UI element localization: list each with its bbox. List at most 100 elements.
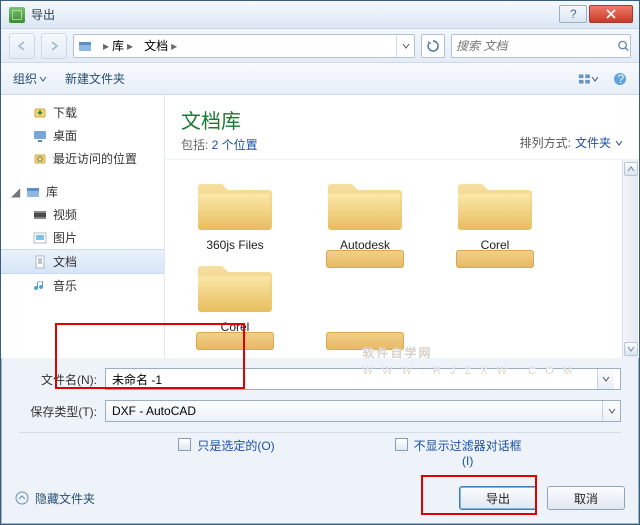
close-button[interactable] xyxy=(589,5,633,23)
sort-value[interactable]: 文件夹 xyxy=(575,134,611,151)
content-pane: 文档库 包括: 2 个位置 排列方式: 文件夹 xyxy=(165,95,639,358)
save-form: 文件名(N): 保存类型(T): DXF - AutoCAD 只是选定的(O) xyxy=(1,358,639,478)
folder-item[interactable]: Corel xyxy=(183,252,287,334)
folder-icon xyxy=(196,252,274,316)
dialog-footer: 隐藏文件夹 导出 取消 xyxy=(1,478,639,524)
close-icon xyxy=(606,9,616,19)
help-icon: ? xyxy=(613,72,627,86)
cancel-button[interactable]: 取消 xyxy=(547,486,625,510)
scroll-up-button[interactable] xyxy=(624,162,638,176)
sidebar-libraries: ◢ 库 视频 图片 文档 音乐 xyxy=(1,180,164,297)
music-icon xyxy=(33,279,47,293)
folder-item[interactable] xyxy=(313,252,417,334)
arrow-right-icon xyxy=(47,39,61,53)
refresh-button[interactable] xyxy=(421,34,445,58)
folder-icon xyxy=(326,170,404,234)
folder-icon xyxy=(196,170,274,234)
window-buttons: ? xyxy=(559,5,633,25)
forward-button[interactable] xyxy=(41,33,67,59)
search-box[interactable] xyxy=(451,34,631,58)
library-icon xyxy=(74,35,96,57)
video-icon xyxy=(33,208,47,222)
export-button[interactable]: 导出 xyxy=(459,486,537,510)
chevron-down-icon xyxy=(615,139,623,147)
new-folder-button[interactable]: 新建文件夹 xyxy=(61,68,129,89)
refresh-icon xyxy=(427,40,439,52)
sidebar-item-downloads[interactable]: 下载 xyxy=(1,101,164,124)
help-button[interactable]: ? xyxy=(559,5,587,23)
folder-item[interactable] xyxy=(443,252,547,334)
desktop-icon xyxy=(33,129,47,143)
back-button[interactable] xyxy=(9,33,35,59)
locations-link[interactable]: 2 个位置 xyxy=(212,138,258,152)
search-input[interactable] xyxy=(456,39,613,53)
library-title: 文档库 xyxy=(181,105,258,134)
chevron-down-icon xyxy=(402,42,410,50)
svg-text:?: ? xyxy=(570,9,577,19)
download-icon xyxy=(33,106,47,120)
filetype-value: DXF - AutoCAD xyxy=(112,404,602,418)
folder-item[interactable]: 360js Files xyxy=(183,170,287,252)
folder-icon xyxy=(326,250,404,268)
view-icon xyxy=(578,72,591,86)
vertical-scrollbar[interactable] xyxy=(622,160,638,358)
folder-item[interactable]: Corel xyxy=(443,170,547,252)
help-icon-button[interactable]: ? xyxy=(609,68,631,90)
app-icon xyxy=(9,7,25,23)
filetype-dropdown-arrow[interactable] xyxy=(602,401,620,421)
filename-label: 文件名(N): xyxy=(19,371,97,388)
folder-label: 360js Files xyxy=(206,238,263,252)
recent-icon xyxy=(33,152,47,166)
sidebar-favorites: 下载 桌面 最近访问的位置 xyxy=(1,101,164,170)
folder-item[interactable] xyxy=(183,334,287,350)
sidebar-item-music[interactable]: 音乐 xyxy=(1,274,164,297)
folder-icon xyxy=(456,250,534,268)
chevron-down-icon xyxy=(591,75,598,83)
checkbox-icon xyxy=(395,438,408,451)
disclosure-triangle-icon: ◢ xyxy=(11,185,20,199)
hide-folders-toggle[interactable]: 隐藏文件夹 xyxy=(15,490,95,507)
sidebar-item-documents[interactable]: 文档 xyxy=(1,249,164,274)
chevron-up-circle-icon xyxy=(15,491,29,505)
folder-icon xyxy=(196,332,274,350)
sidebar: 下载 桌面 最近访问的位置 ◢ 库 视 xyxy=(1,95,165,358)
question-icon: ? xyxy=(568,9,578,19)
no-filter-dialog-checkbox[interactable]: 不显示过滤器对话框 (I) xyxy=(395,437,522,468)
arrow-left-icon xyxy=(15,39,29,53)
breadcrumb: 文档▸ xyxy=(140,35,184,57)
export-options: 只是选定的(O) 不显示过滤器对话框 (I) xyxy=(99,433,601,478)
folder-icon xyxy=(326,332,404,350)
sidebar-libraries-head[interactable]: ◢ 库 xyxy=(1,180,164,203)
sidebar-item-desktop[interactable]: 桌面 xyxy=(1,124,164,147)
selected-only-checkbox[interactable]: 只是选定的(O) xyxy=(178,437,274,468)
sort-control[interactable]: 排列方式: 文件夹 xyxy=(520,134,623,151)
filename-input[interactable] xyxy=(112,372,597,386)
chevron-up-icon xyxy=(627,165,635,173)
pictures-icon xyxy=(33,231,47,245)
folder-grid[interactable]: 360js Files Autodesk Corel Corel xyxy=(165,160,639,350)
filename-input-wrap xyxy=(105,368,621,390)
chevron-down-icon xyxy=(608,407,616,415)
filename-history-dropdown[interactable] xyxy=(597,369,614,389)
chevron-down-icon xyxy=(602,375,610,383)
chevron-down-icon xyxy=(627,345,635,353)
export-dialog: 导出 ? ▸库▸ 文档▸ xyxy=(0,0,640,525)
chevron-down-icon xyxy=(39,75,47,83)
view-mode-button[interactable] xyxy=(577,68,599,90)
folder-item[interactable]: Autodesk xyxy=(313,170,417,252)
breadcrumb: ▸库▸ xyxy=(96,35,140,57)
sidebar-item-recent[interactable]: 最近访问的位置 xyxy=(1,147,164,170)
checkbox-icon xyxy=(178,438,191,451)
filetype-combo[interactable]: DXF - AutoCAD xyxy=(105,400,621,422)
organize-menu[interactable]: 组织 xyxy=(9,68,51,89)
library-subtitle: 包括: 2 个位置 xyxy=(181,136,258,153)
titlebar: 导出 ? xyxy=(1,1,639,29)
sidebar-item-videos[interactable]: 视频 xyxy=(1,203,164,226)
window-title: 导出 xyxy=(31,6,559,23)
address-dropdown[interactable] xyxy=(396,35,414,57)
address-bar[interactable]: ▸库▸ 文档▸ xyxy=(73,34,415,58)
scroll-down-button[interactable] xyxy=(624,342,638,356)
folder-icon xyxy=(456,170,534,234)
sidebar-item-pictures[interactable]: 图片 xyxy=(1,226,164,249)
folder-item[interactable] xyxy=(313,334,417,350)
